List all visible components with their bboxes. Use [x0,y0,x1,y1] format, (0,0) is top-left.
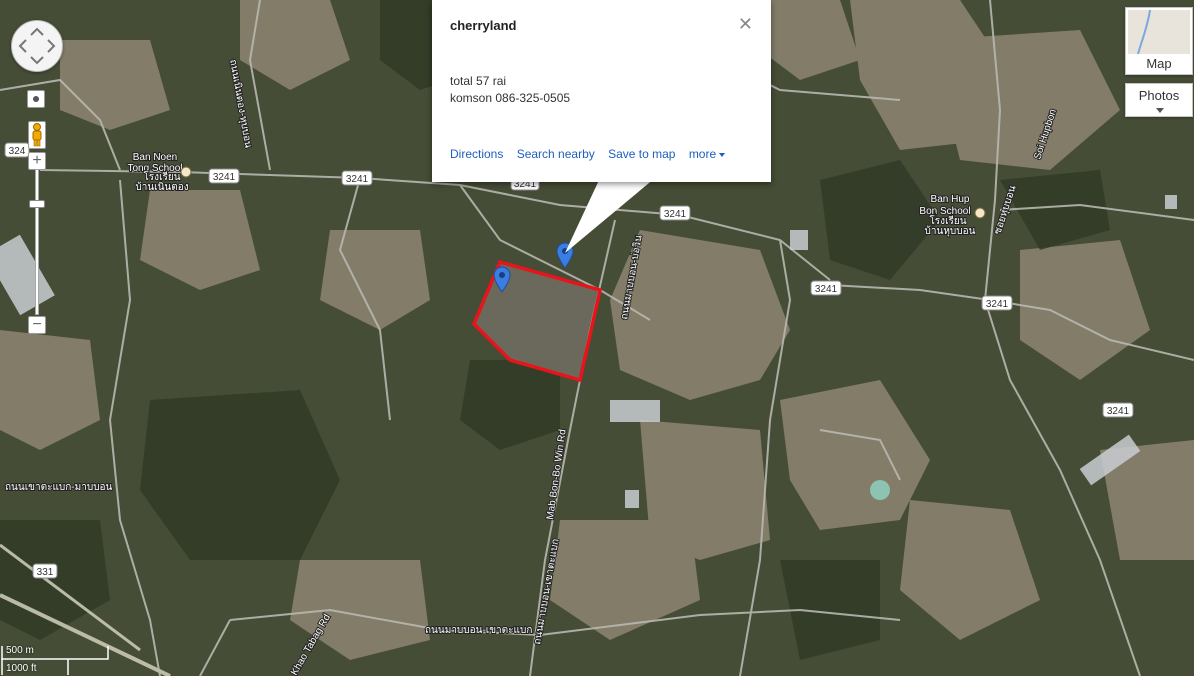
info-actions: Directions Search nearby Save to map mor… [450,147,735,161]
road-shield-3241: 3241 [664,209,687,220]
road-shield-3241: 3241 [1107,406,1130,417]
school-icon [974,207,986,219]
photos-button[interactable]: Photos [1125,83,1193,117]
map-type-button[interactable]: Map [1125,7,1193,75]
svg-text:ถนนเขาตะแบก-มาบบอน: ถนนเขาตะแบก-มาบบอน [5,482,113,493]
zoom-slider-track[interactable] [35,169,39,315]
info-window-tail [565,178,655,253]
info-line-area: total 57 rai [450,74,507,88]
map-thumbnail [1128,9,1190,55]
road-shield-331: 331 [37,567,54,578]
more-link[interactable]: more [689,147,726,161]
chevron-down-icon [719,153,726,157]
directions-link[interactable]: Directions [450,147,503,161]
search-nearby-link[interactable]: Search nearby [517,147,595,161]
center-dot-icon [33,96,39,102]
school-label-ban-hup-bon: Ban Hup [931,194,970,205]
road-shield-3241: 3241 [213,172,236,183]
close-icon[interactable]: ✕ [738,14,753,35]
pan-control[interactable] [11,20,63,72]
school-icon [180,166,192,178]
info-title: cherryland [450,18,517,33]
road-shield-324: 324 [9,146,26,157]
pan-left-icon [18,39,27,53]
reset-view-button[interactable] [27,90,45,108]
pan-right-icon [47,39,56,53]
zoom-in-button[interactable]: + [28,152,46,170]
school-label-ban-noen: Ban Noen [133,152,177,163]
scale-bar: 500 m 1000 ft [0,644,110,676]
road-shield-3241: 3241 [815,284,838,295]
road-shield-3241: 3241 [346,174,369,185]
pan-up-icon [30,27,44,36]
pegman-icon [32,123,42,147]
svg-text:บ้านเนินตอง: บ้านเนินตอง [135,181,188,193]
svg-text:บ้านหุบบอน: บ้านหุบบอน [925,225,976,237]
pan-down-icon [30,56,44,65]
street-view-pegman[interactable] [28,121,46,149]
save-to-map-link[interactable]: Save to map [608,147,675,161]
info-description: total 57 rai komson 086-325-0505 [450,73,570,107]
chevron-down-icon [1156,108,1164,113]
photos-label: Photos [1138,88,1180,103]
svg-text:ถนนมาบบอน-เขาตะแบก: ถนนมาบบอน-เขาตะแบก [425,625,532,636]
zoom-slider-handle[interactable] [29,200,45,208]
map-type-label: Map [1146,56,1172,71]
road-shield-3241: 3241 [986,299,1009,310]
zoom-out-button[interactable]: − [28,316,46,334]
info-line-contact: komson 086-325-0505 [450,91,571,105]
info-window: cherryland ✕ total 57 rai komson 086-325… [432,0,771,182]
